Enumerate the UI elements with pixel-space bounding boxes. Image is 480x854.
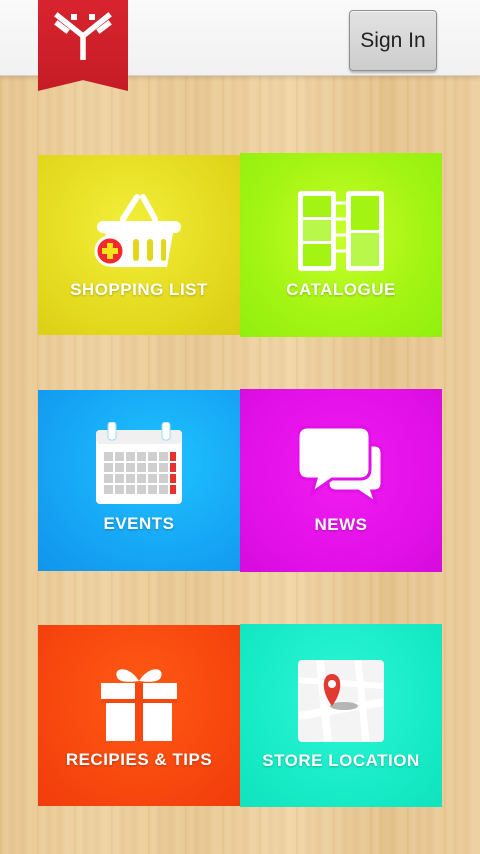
gift-icon xyxy=(38,663,240,743)
catalogue-icon xyxy=(240,189,442,273)
brand-logo[interactable] xyxy=(38,0,128,91)
shopping-list-label: SHOPPING LIST xyxy=(70,280,208,299)
catalogue-tile[interactable]: CATALOGUE xyxy=(240,153,442,337)
top-bar: Sign In xyxy=(0,0,480,91)
calendar-icon xyxy=(38,422,240,506)
recipies-tips-label: RECIPIES & TIPS xyxy=(65,750,213,769)
events-label: EVENTS xyxy=(103,514,175,533)
brand-logo-icon xyxy=(54,12,112,60)
catalogue-label: CATALOGUE xyxy=(286,280,396,299)
recipies-tips-tile[interactable]: RECIPIES & TIPS xyxy=(38,625,240,806)
shopping-list-tile[interactable]: SHOPPING LIST xyxy=(38,155,240,335)
basket-add-icon xyxy=(38,193,240,271)
events-tile[interactable]: EVENTS xyxy=(38,390,240,571)
news-tile[interactable]: NEWS xyxy=(240,389,442,572)
map-pin-icon xyxy=(240,660,442,742)
news-label: NEWS xyxy=(314,515,368,534)
store-location-label: STORE LOCATION xyxy=(262,751,420,770)
sign-in-button[interactable]: Sign In xyxy=(349,10,437,71)
chat-bubbles-icon xyxy=(240,425,442,505)
store-location-tile[interactable]: STORE LOCATION xyxy=(240,624,442,807)
